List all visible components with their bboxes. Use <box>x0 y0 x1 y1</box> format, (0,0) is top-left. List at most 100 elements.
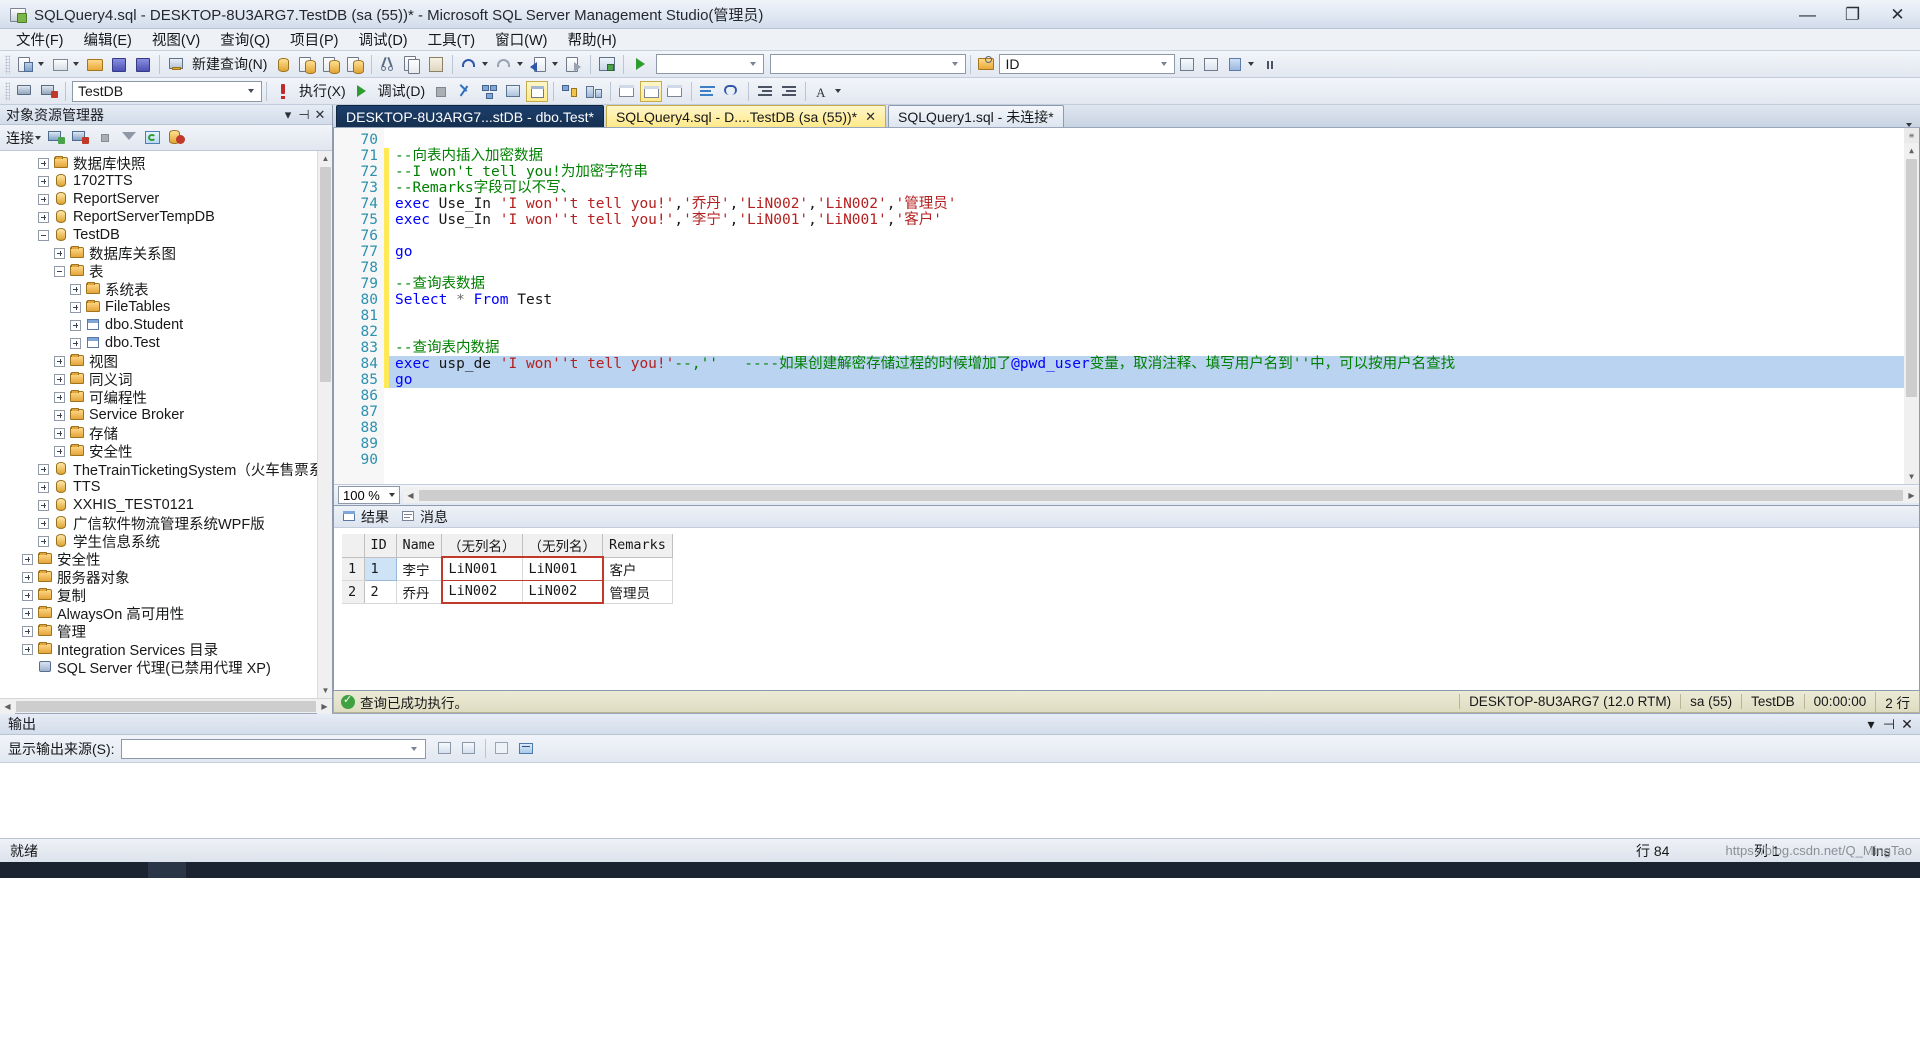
oe-horizontal-scrollbar[interactable]: ◀ ▶ <box>0 698 332 714</box>
disconnect-icon[interactable] <box>38 81 60 102</box>
tree-node[interactable]: 服务器对象 <box>0 568 332 587</box>
navigate-backward-icon[interactable] <box>528 54 550 75</box>
row-header[interactable]: 2 <box>342 580 365 604</box>
connect-icon[interactable] <box>14 81 36 102</box>
debug-label[interactable]: 调试(D) <box>374 81 429 101</box>
display-estimated-plan-icon[interactable] <box>478 81 500 102</box>
toolbar-combo-2[interactable] <box>770 54 967 74</box>
expand-icon[interactable] <box>54 373 65 385</box>
table-cell[interactable]: LiN002 <box>440 579 523 604</box>
oe-vertical-scrollbar[interactable]: ▲ ▼ <box>317 151 332 698</box>
code-line[interactable] <box>389 404 1919 420</box>
expand-icon[interactable] <box>22 607 33 619</box>
parse-check-icon[interactable] <box>454 81 476 102</box>
oe-filter-icon[interactable] <box>118 127 140 148</box>
output-clear-icon[interactable] <box>491 738 513 759</box>
stop-icon[interactable] <box>430 81 452 102</box>
execute-label[interactable]: 执行(X) <box>295 81 350 101</box>
code-line[interactable]: go <box>389 244 1919 260</box>
cut-icon[interactable] <box>377 54 399 75</box>
expand-icon[interactable] <box>54 247 65 259</box>
oe-connect-icon[interactable] <box>46 127 68 148</box>
expand-icon[interactable] <box>54 355 65 367</box>
expand-icon[interactable] <box>54 445 65 457</box>
paste-icon[interactable] <box>425 54 447 75</box>
database-selector[interactable]: TestDB <box>72 80 262 102</box>
bookmark-chevron-down-icon[interactable] <box>1248 62 1255 66</box>
find-input[interactable]: ID <box>999 54 1176 74</box>
tree-node[interactable]: 可编程性 <box>0 388 332 407</box>
undo-chevron-down-icon[interactable] <box>482 62 489 66</box>
table-cell[interactable]: 管理员 <box>602 580 673 604</box>
menu-item-help[interactable]: 帮助(H) <box>557 27 626 52</box>
tree-node[interactable]: 视图 <box>0 352 332 371</box>
new-query-icon[interactable] <box>165 54 187 75</box>
menu-item-tools[interactable]: 工具(T) <box>418 27 486 52</box>
editor-split-icon[interactable]: ≡ <box>1904 128 1919 143</box>
tree-node[interactable]: AlwaysOn 高可用性 <box>0 604 332 623</box>
menu-item-view[interactable]: 视图(V) <box>142 27 210 52</box>
table-cell[interactable]: 2 <box>364 580 397 604</box>
pin-icon[interactable]: ⊣ <box>296 107 312 123</box>
code-text-area[interactable]: --向表内插入加密数据 --I won't tell you!为加密字符串 --Re… <box>389 128 1919 484</box>
code-line[interactable]: --向表内插入加密数据 <box>389 148 1919 164</box>
zoom-selector[interactable]: 100 % <box>338 486 400 504</box>
redo-chevron-down-icon[interactable] <box>517 62 524 66</box>
tree-node[interactable]: Integration Services 目录 <box>0 640 332 659</box>
output-menu-icon[interactable]: ▾ <box>1862 716 1880 733</box>
output-find-next-icon[interactable] <box>458 738 480 759</box>
code-line[interactable]: exec Use_In 'I won''t tell you!','李宁','L… <box>389 212 1919 228</box>
tree-node[interactable]: 1702TTS <box>0 172 332 190</box>
oe-refresh-icon[interactable] <box>142 127 164 148</box>
scroll-left-icon[interactable]: ◀ <box>403 487 418 503</box>
expand-icon[interactable] <box>38 175 49 187</box>
code-line[interactable]: exec Use_In 'I won''t tell you!','乔丹','L… <box>389 196 1919 212</box>
tree-node[interactable]: 数据库快照 <box>0 154 332 173</box>
code-line[interactable] <box>389 324 1919 340</box>
code-line[interactable]: --I won't tell you!为加密字符串 <box>389 164 1919 180</box>
expand-icon[interactable] <box>54 391 65 403</box>
tree-node[interactable]: 系统表 <box>0 280 332 299</box>
code-line[interactable] <box>389 260 1919 276</box>
code-line[interactable]: go <box>389 372 1919 388</box>
connect-chevron-down-icon[interactable] <box>35 135 41 140</box>
tree-node[interactable]: 数据库关系图 <box>0 244 332 263</box>
expand-icon[interactable] <box>70 337 81 349</box>
code-line[interactable] <box>389 436 1919 452</box>
tree-node[interactable]: 存储 <box>0 424 332 443</box>
code-line[interactable] <box>389 228 1919 244</box>
tree-node[interactable]: 安全性 <box>0 550 332 569</box>
tab-close-icon[interactable]: ✕ <box>865 109 876 125</box>
new-query-label[interactable]: 新建查询(N) <box>188 54 271 74</box>
navigate-forward-icon[interactable] <box>563 54 585 75</box>
code-line[interactable]: --查询表内数据 <box>389 340 1919 356</box>
expand-icon[interactable] <box>38 535 49 547</box>
table-cell[interactable]: 1 <box>363 556 397 581</box>
expand-icon[interactable] <box>22 553 33 565</box>
results-grid[interactable]: ID Name （无列名） （无列名） Remarks 1 1 李宁 LiN001 LiN001… <box>334 528 1919 690</box>
output-source-select[interactable] <box>120 738 426 759</box>
expand-icon[interactable] <box>70 301 81 313</box>
scroll-up-icon[interactable]: ▲ <box>318 151 332 166</box>
expand-icon[interactable] <box>38 517 49 529</box>
object-explorer-tree[interactable]: 数据库快照 1702TTS ReportServer ReportServerTemp… <box>0 151 332 698</box>
toolbar-overflow-icon[interactable] <box>1259 54 1281 75</box>
add-item-chevron-down-icon[interactable] <box>73 62 79 66</box>
scroll-right-icon[interactable]: ▶ <box>1904 487 1919 503</box>
code-line[interactable]: --查询表数据 <box>389 276 1919 292</box>
new-analysis-dmx-query-icon[interactable] <box>320 54 342 75</box>
save-icon[interactable] <box>108 54 130 75</box>
tree-node[interactable]: 复制 <box>0 586 332 605</box>
results-table[interactable]: ID Name （无列名） （无列名） Remarks 1 1 李宁 LiN001 LiN001… <box>342 534 673 604</box>
tab-dbo-test[interactable]: DESKTOP-8U3ARG7...stDB - dbo.Test* <box>336 105 604 127</box>
add-item-icon[interactable] <box>49 54 71 75</box>
editor-horizontal-scrollbar[interactable]: ◀ ▶ <box>403 487 1919 503</box>
menu-item-debug[interactable]: 调试(D) <box>348 27 417 52</box>
results-file-a-icon[interactable] <box>616 81 638 102</box>
expand-icon[interactable] <box>22 589 33 601</box>
collapse-icon[interactable] <box>38 229 49 241</box>
menu-item-edit[interactable]: 编辑(E) <box>74 27 142 52</box>
column-header[interactable]: （无列名） <box>522 534 604 558</box>
find-prev-icon[interactable] <box>1176 54 1198 75</box>
expand-icon[interactable] <box>70 319 81 331</box>
